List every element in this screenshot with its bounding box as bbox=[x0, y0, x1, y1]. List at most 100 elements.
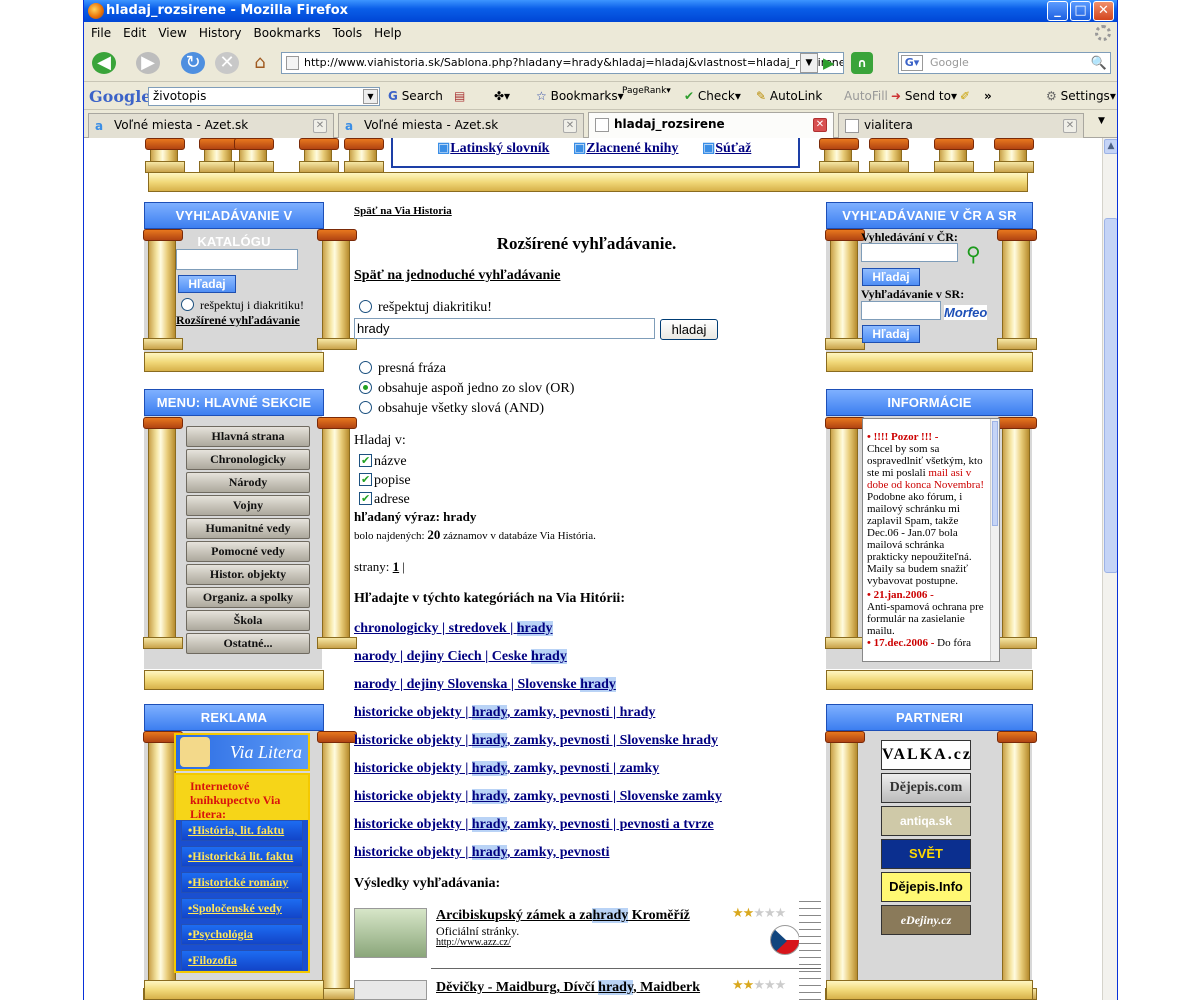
zlacnene-knihy-link[interactable]: ▣Zlacnené knihy bbox=[573, 140, 678, 157]
result-title-link[interactable]: Arcibiskupský zámek a zahrady Kroměříž bbox=[436, 908, 690, 924]
google-query-input[interactable]: životopis ▼ bbox=[148, 87, 380, 106]
catalog-diacritics-option[interactable]: rešpektuj i diakritiku! bbox=[181, 298, 304, 313]
advanced-search-link[interactable]: Rozšírené vyhľadávanie bbox=[176, 313, 300, 328]
menu-bookmarks[interactable]: Bookmarks bbox=[254, 26, 321, 40]
page-scrollbar[interactable]: ▲ bbox=[1102, 138, 1117, 1000]
catalog-search-button[interactable]: Hľadaj bbox=[178, 275, 236, 293]
popise-checkbox[interactable] bbox=[359, 471, 372, 490]
category-link[interactable]: historicke objekty | hrady, zamky, pevno… bbox=[354, 733, 718, 749]
via-litera-logo[interactable]: Via Litera bbox=[174, 733, 310, 771]
ad-link-historia[interactable]: •História, lit. faktu bbox=[181, 820, 303, 841]
puzzle-icon[interactable]: ✤▾ bbox=[494, 82, 510, 110]
url-field[interactable]: http://www.viahistoria.sk/Sablona.php?hl… bbox=[281, 52, 844, 74]
all-words-radio[interactable] bbox=[359, 401, 372, 414]
result-thumbnail[interactable] bbox=[354, 908, 427, 958]
settings-button[interactable]: ⚙ Settings▾ bbox=[1046, 82, 1116, 110]
category-link[interactable]: historicke objekty | hrady, zamky, pevno… bbox=[354, 789, 722, 805]
url-dropdown-icon[interactable]: ▼ bbox=[800, 53, 818, 73]
menu-tools[interactable]: Tools bbox=[333, 26, 363, 40]
menu-narody[interactable]: Národy bbox=[186, 472, 310, 493]
simple-search-link[interactable]: Späť na jednoduché vyhľadávanie bbox=[354, 268, 560, 284]
menu-file[interactable]: File bbox=[91, 26, 111, 40]
partner-dejepis-com[interactable]: Dějepis.com bbox=[881, 773, 971, 803]
back-to-viahistoria-link[interactable]: Späť na Via Historia bbox=[354, 205, 452, 217]
ad-link-filozofia[interactable]: •Filozofia bbox=[181, 950, 303, 971]
category-link[interactable]: historicke objekty | hrady, zamky, pevno… bbox=[354, 705, 655, 721]
google-search-button[interactable]: G Search bbox=[388, 82, 443, 110]
partner-edejiny[interactable]: eDejiny.cz bbox=[881, 905, 971, 935]
any-word-radio[interactable] bbox=[359, 381, 372, 394]
ad-link-psychologia[interactable]: •Psychológia bbox=[181, 924, 303, 945]
autolink-button[interactable]: ✎ AutoLink bbox=[756, 82, 822, 110]
stop-icon[interactable]: ✕ bbox=[215, 52, 239, 74]
minimize-button[interactable]: _ bbox=[1047, 1, 1068, 21]
menu-help[interactable]: Help bbox=[374, 26, 401, 40]
adrese-checkbox[interactable] bbox=[359, 490, 372, 509]
go-icon[interactable]: ▶ bbox=[823, 53, 843, 73]
partner-dejepis-info[interactable]: Dějepis.Info bbox=[881, 872, 971, 902]
home-icon[interactable]: ⌂ bbox=[248, 52, 272, 74]
more-button[interactable]: » bbox=[984, 82, 992, 110]
category-link[interactable]: historicke objekty | hrady, zamky, pevno… bbox=[354, 817, 714, 833]
chevron-down-icon[interactable]: ▼ bbox=[363, 89, 378, 104]
menu-pomocne-vedy[interactable]: Pomocné vedy bbox=[186, 541, 310, 562]
tab-vialitera[interactable]: vialitera ✕ bbox=[838, 113, 1084, 138]
close-tab-icon[interactable]: ✕ bbox=[813, 118, 827, 132]
menu-history[interactable]: History bbox=[199, 26, 242, 40]
diacritics-radio[interactable] bbox=[181, 298, 194, 311]
category-link[interactable]: narody | dejiny Ciech | Ceske hrady bbox=[354, 649, 567, 665]
exact-phrase-radio[interactable] bbox=[359, 361, 372, 374]
sr-search-button[interactable]: Hľadaj bbox=[862, 325, 920, 343]
menu-chronologicky[interactable]: Chronologicky bbox=[186, 449, 310, 470]
cr-search-button[interactable]: Hľadaj bbox=[862, 268, 920, 286]
close-tab-icon[interactable]: ✕ bbox=[563, 119, 577, 133]
menu-edit[interactable]: Edit bbox=[123, 26, 146, 40]
sendto-button[interactable]: ➜ Send to▾ bbox=[891, 82, 957, 110]
menu-hlavna-strana[interactable]: Hlavná strana bbox=[186, 426, 310, 447]
sr-search-input[interactable] bbox=[861, 301, 941, 320]
partner-antiqa[interactable]: antiqa.sk bbox=[881, 806, 971, 836]
menu-organiz-spolky[interactable]: Organiz. a spolky bbox=[186, 587, 310, 608]
close-tab-icon[interactable]: ✕ bbox=[1063, 119, 1077, 133]
check-button[interactable]: ✔ Check▾ bbox=[684, 82, 741, 110]
result-url[interactable]: http://www.azz.cz/ bbox=[436, 937, 511, 948]
field-adrese[interactable]: adrese bbox=[359, 490, 411, 509]
latinsky-slovnik-link[interactable]: ▣Latinský slovník bbox=[437, 140, 549, 157]
tab-azet-1[interactable]: a Voľné miesta - Azet.sk ✕ bbox=[88, 113, 334, 138]
tab-hladaj-rozsirene[interactable]: hladaj_rozsirene ✕ bbox=[588, 112, 834, 139]
ad-link-historicka[interactable]: •Historická lit. faktu bbox=[181, 846, 303, 867]
menu-ostatne[interactable]: Ostatné... bbox=[186, 633, 310, 654]
ad-link-romany[interactable]: •Historické romány bbox=[181, 872, 303, 893]
main-diacritics-option[interactable]: rešpektuj diakritiku! bbox=[359, 300, 492, 316]
scroll-thumb[interactable] bbox=[1104, 218, 1117, 573]
tab-azet-2[interactable]: a Voľné miesta - Azet.sk ✕ bbox=[338, 113, 584, 138]
scroll-up-icon[interactable]: ▲ bbox=[1104, 139, 1117, 154]
menu-vojny[interactable]: Vojny bbox=[186, 495, 310, 516]
menu-skola[interactable]: Škola bbox=[186, 610, 310, 631]
info-scroll-thumb[interactable] bbox=[992, 421, 998, 526]
field-popise[interactable]: popise bbox=[359, 471, 411, 490]
forward-icon[interactable]: ▶ bbox=[136, 52, 160, 74]
reload-icon[interactable]: ↻ bbox=[181, 52, 205, 74]
nazve-checkbox[interactable] bbox=[359, 452, 372, 471]
ad-link-spolocenske[interactable]: •Spoločenské vedy bbox=[181, 898, 303, 919]
category-link[interactable]: historicke objekty | hrady, zamky, pevno… bbox=[354, 845, 610, 861]
menu-histor-objekty[interactable]: Histor. objekty bbox=[186, 564, 310, 585]
close-tab-icon[interactable]: ✕ bbox=[313, 119, 327, 133]
cr-search-input[interactable] bbox=[861, 243, 958, 262]
partner-valka[interactable]: VALKA.cz bbox=[881, 740, 971, 770]
search-submit-button[interactable]: hladaj bbox=[660, 319, 718, 340]
result-thumbnail[interactable] bbox=[354, 980, 427, 1000]
highlighter-icon[interactable]: ✐ bbox=[960, 82, 970, 110]
sutaz-link[interactable]: ▣Súťaž bbox=[702, 140, 751, 157]
result-title-link[interactable]: Děvičky - Maidburg, Dívčí hrady, Maidber… bbox=[436, 980, 700, 996]
back-icon[interactable]: ◀ bbox=[92, 52, 116, 74]
search-engine-icon[interactable]: G▾ bbox=[901, 55, 923, 71]
menu-view[interactable]: View bbox=[158, 26, 186, 40]
autofill-button[interactable]: AutoFill bbox=[844, 82, 888, 110]
info-scrollbar[interactable] bbox=[990, 419, 999, 661]
partner-svet-barbaru[interactable]: SVĚT BARBARŮ bbox=[881, 839, 971, 889]
maximize-button[interactable]: □ bbox=[1070, 1, 1091, 21]
category-link[interactable]: historicke objekty | hrady, zamky, pevno… bbox=[354, 761, 659, 777]
category-link[interactable]: narody | dejiny Slovenska | Slovenske hr… bbox=[354, 677, 616, 693]
